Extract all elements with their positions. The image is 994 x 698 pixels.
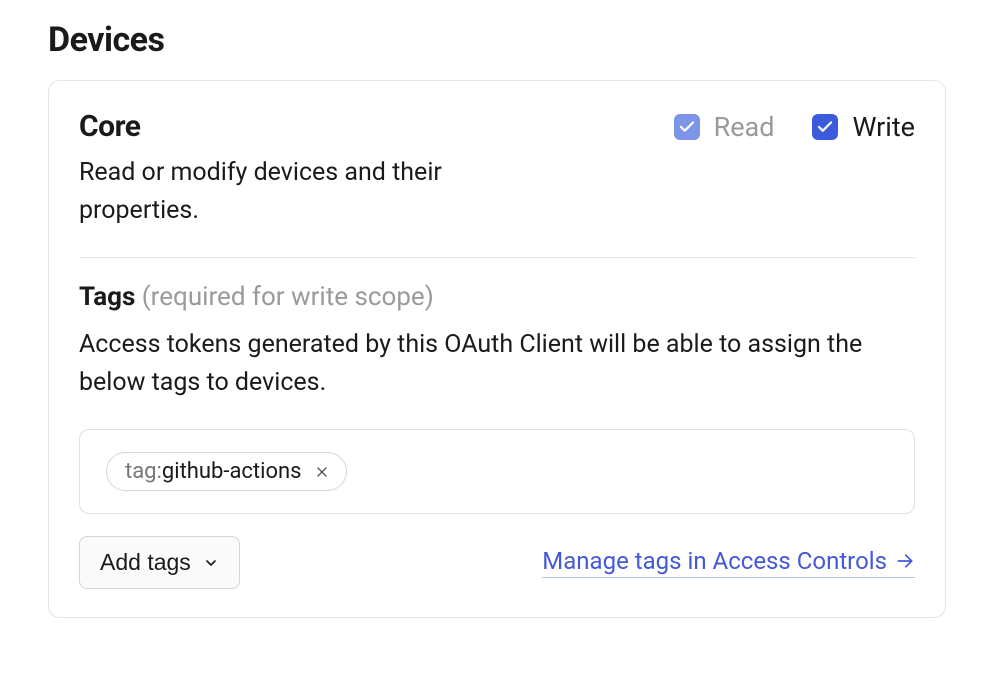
chevron-down-icon [203,555,219,571]
arrow-right-icon [895,551,915,571]
tags-input-area[interactable]: tag:github-actions [79,429,915,514]
add-tags-button[interactable]: Add tags [79,536,240,589]
write-label: Write [852,111,915,143]
check-icon [816,118,834,136]
core-title: Core [79,109,559,144]
core-description: Read or modify devices and their propert… [79,154,559,229]
permission-checkbox-group: Read Write [674,109,915,143]
tags-hint: (required for write scope) [142,282,434,312]
write-checkbox[interactable] [812,114,838,140]
check-icon [678,118,696,136]
core-header: Core Read or modify devices and their pr… [79,109,915,229]
read-label: Read [714,111,775,143]
close-icon [314,464,330,480]
tags-label: Tags [79,282,135,312]
actions-row: Add tags Manage tags in Access Controls [79,536,915,589]
manage-tags-link[interactable]: Manage tags in Access Controls [542,547,915,578]
read-checkbox-item: Read [674,111,775,143]
core-left: Core Read or modify devices and their pr… [79,109,559,229]
tags-description: Access tokens generated by this OAuth Cl… [79,326,915,401]
read-checkbox [674,114,700,140]
divider [79,257,915,258]
write-checkbox-item: Write [812,111,915,143]
devices-card: Core Read or modify devices and their pr… [48,80,946,618]
add-tags-label: Add tags [100,549,191,576]
tag-chip: tag:github-actions [106,452,347,491]
tag-value: github-actions [162,459,302,484]
manage-link-label: Manage tags in Access Controls [542,547,887,575]
tags-header: Tags (required for write scope) [79,282,915,312]
tag-prefix: tag: [125,459,162,484]
section-title: Devices [48,20,946,60]
tag-remove-button[interactable] [312,462,332,482]
